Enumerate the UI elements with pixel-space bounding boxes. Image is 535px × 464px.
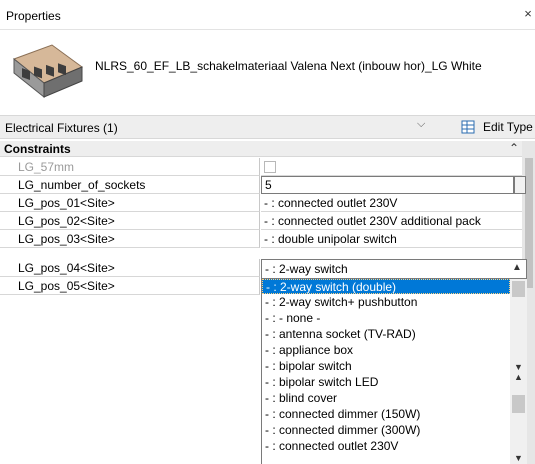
fixture-thumbnail bbox=[12, 44, 84, 99]
dropdown-scrollbar-thumb-lower[interactable] bbox=[512, 395, 525, 413]
dropdown-option[interactable]: - : antenna socket (TV-RAD) bbox=[262, 327, 510, 342]
chevron-down-icon[interactable]: ▼ bbox=[510, 452, 527, 464]
dropdown-option[interactable]: - : - none - bbox=[262, 311, 510, 326]
dropdown-option[interactable]: - : connected outlet 230V bbox=[262, 439, 510, 454]
property-row: LG_pos_01<Site> - : connected outlet 230… bbox=[0, 194, 522, 212]
property-name: LG_pos_01<Site> bbox=[0, 194, 260, 212]
property-value[interactable]: - : double unipolar switch bbox=[261, 230, 522, 248]
combobox-value: - : 2-way switch bbox=[265, 262, 348, 276]
group-constraints[interactable]: Constraints ⌃ bbox=[0, 141, 522, 157]
property-name: LG_number_of_sockets bbox=[0, 176, 260, 194]
group-label: Constraints bbox=[4, 142, 71, 156]
dropdown-option[interactable]: - : bipolar switch bbox=[262, 359, 510, 374]
collapse-icon[interactable]: ⌃ bbox=[509, 141, 519, 155]
property-value[interactable]: - : connected outlet 230V additional pac… bbox=[261, 212, 522, 230]
dropdown-option[interactable]: - : appliance box bbox=[262, 343, 510, 358]
pos-04-combobox[interactable]: - : 2-way switch ▲ bbox=[261, 259, 527, 279]
dropdown-option[interactable]: - : bipolar switch LED bbox=[262, 375, 510, 390]
edit-type-button[interactable]: Edit Type bbox=[483, 120, 533, 134]
property-value[interactable]: - : connected outlet 230V bbox=[261, 194, 522, 212]
combobox-dropdown-list[interactable]: - : 2-way switch (double) - : 2-way swit… bbox=[261, 279, 527, 464]
property-row: LG_57mm bbox=[0, 158, 522, 176]
properties-title-bar: Properties × bbox=[0, 0, 535, 30]
property-name: LG_pos_05<Site> bbox=[0, 277, 260, 295]
number-of-sockets-input[interactable]: 5 bbox=[261, 176, 514, 194]
property-row: LG_pos_02<Site> - : connected outlet 230… bbox=[0, 212, 522, 230]
dropdown-option[interactable]: - : connected dimmer (150W) bbox=[262, 407, 510, 422]
instance-filter-label: Electrical Fixtures (1) bbox=[5, 121, 118, 135]
type-name[interactable]: NLRS_60_EF_LB_schakelmateriaal Valena Ne… bbox=[95, 58, 525, 75]
panel-title: Properties bbox=[6, 9, 61, 23]
property-checkbox[interactable] bbox=[264, 161, 276, 173]
dropdown-option[interactable]: - : connected dimmer (300W) bbox=[262, 423, 510, 438]
chevron-up-icon[interactable]: ▲ bbox=[510, 371, 527, 383]
chevron-up-icon[interactable]: ▲ bbox=[512, 262, 522, 273]
value-spinner-button[interactable] bbox=[514, 176, 526, 194]
chevron-down-icon[interactable]: ⌵ bbox=[417, 118, 425, 131]
property-row: LG_pos_03<Site> - : double unipolar swit… bbox=[0, 230, 522, 248]
dropdown-scrollbar[interactable]: ▼ ▲ ▼ bbox=[510, 279, 527, 464]
dropdown-option[interactable]: - : blind cover bbox=[262, 391, 510, 406]
property-row: LG_number_of_sockets 5 bbox=[0, 176, 526, 194]
instance-filter[interactable]: Electrical Fixtures (1) ⌵ Edit Type bbox=[0, 115, 535, 139]
dropdown-scrollbar-thumb[interactable] bbox=[512, 281, 525, 297]
dropdown-option[interactable]: - : 2-way switch (double) bbox=[262, 279, 510, 294]
edit-type-icon[interactable] bbox=[461, 119, 477, 135]
dropdown-option[interactable]: - : 2-way switch+ pushbutton bbox=[262, 295, 510, 310]
close-icon[interactable]: × bbox=[521, 6, 535, 24]
property-name: LG_pos_03<Site> bbox=[0, 230, 260, 248]
type-preview: NLRS_60_EF_LB_schakelmateriaal Valena Ne… bbox=[0, 30, 535, 110]
property-name: LG_pos_04<Site> bbox=[0, 259, 260, 277]
property-value bbox=[261, 158, 522, 176]
property-name: LG_pos_02<Site> bbox=[0, 212, 260, 230]
property-name: LG_57mm bbox=[0, 158, 260, 176]
